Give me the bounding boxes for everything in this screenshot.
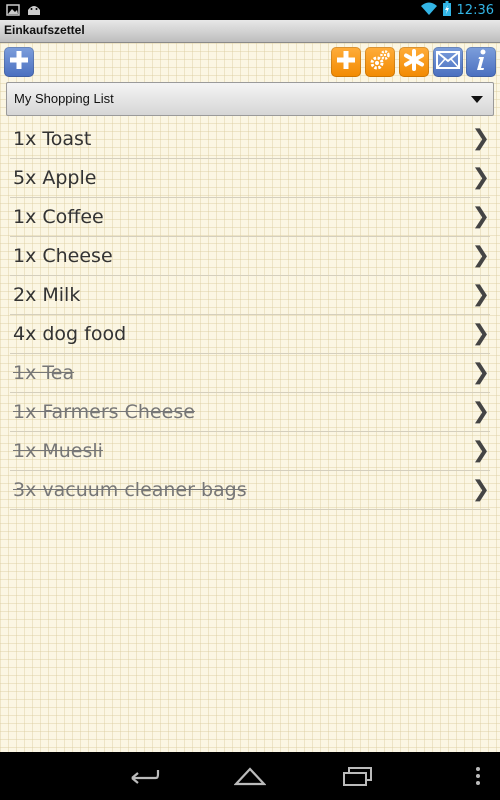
- envelope-icon: [436, 51, 460, 73]
- chevron-right-icon[interactable]: ❯: [472, 165, 490, 190]
- info-icon: [471, 48, 491, 76]
- list-item[interactable]: 1x Coffee ❯: [10, 198, 490, 237]
- list-item-done[interactable]: 1x Farmers Cheese ❯: [10, 393, 490, 432]
- wifi-icon: [420, 1, 437, 20]
- more-vert-icon: [476, 767, 480, 785]
- star-button[interactable]: [399, 47, 429, 77]
- selected-list-label: My Shopping List: [14, 91, 114, 106]
- item-label: 3x vacuum cleaner bags: [13, 479, 247, 501]
- item-label: 1x Muesli: [13, 440, 103, 462]
- chevron-right-icon[interactable]: ❯: [472, 204, 490, 229]
- item-label: 4x dog food: [13, 323, 127, 345]
- item-label: 1x Toast: [13, 128, 92, 150]
- home-button[interactable]: [233, 764, 267, 792]
- chevron-right-icon[interactable]: ❯: [472, 399, 490, 424]
- item-label: 2x Milk: [13, 284, 81, 306]
- list-item-done[interactable]: 1x Muesli ❯: [10, 432, 490, 471]
- add-list-button[interactable]: [4, 47, 34, 77]
- list-item-done[interactable]: 1x Tea ❯: [10, 354, 490, 393]
- navigation-bar: [0, 752, 500, 800]
- main-content: My Shopping List 1x Toast ❯ 5x Apple ❯ 1…: [0, 43, 500, 752]
- list-item[interactable]: 1x Toast ❯: [10, 120, 490, 159]
- item-label: 1x Tea: [13, 362, 75, 384]
- plus-icon: [8, 49, 30, 75]
- home-icon: [233, 767, 267, 786]
- chevron-right-icon[interactable]: ❯: [472, 438, 490, 463]
- back-button[interactable]: [128, 764, 160, 792]
- add-item-button[interactable]: [331, 47, 361, 77]
- gears-icon: [368, 48, 392, 76]
- status-bar: 12:36: [0, 0, 500, 20]
- plus-icon: [335, 49, 357, 75]
- list-item[interactable]: 5x Apple ❯: [10, 159, 490, 198]
- android-icon: [26, 2, 42, 21]
- info-button[interactable]: [466, 47, 496, 77]
- chevron-right-icon[interactable]: ❯: [472, 126, 490, 151]
- dropdown-arrow-icon: [471, 96, 483, 103]
- asterisk-icon: [403, 49, 425, 75]
- chevron-right-icon[interactable]: ❯: [472, 477, 490, 502]
- email-button[interactable]: [433, 47, 463, 77]
- back-icon: [131, 770, 160, 784]
- app-title: Einkaufszettel: [4, 23, 85, 37]
- battery-icon: [442, 1, 451, 20]
- settings-button[interactable]: [365, 47, 395, 77]
- list-selector-dropdown[interactable]: My Shopping List: [6, 82, 494, 116]
- recent-apps-icon: [343, 767, 372, 786]
- list-item[interactable]: 1x Cheese ❯: [10, 237, 490, 276]
- image-icon: [6, 2, 20, 21]
- chevron-right-icon[interactable]: ❯: [472, 321, 490, 346]
- list-item-done[interactable]: 3x vacuum cleaner bags ❯: [10, 471, 490, 510]
- chevron-right-icon[interactable]: ❯: [472, 282, 490, 307]
- recent-apps-button[interactable]: [342, 764, 374, 792]
- shopping-list: 1x Toast ❯ 5x Apple ❯ 1x Coffee ❯ 1x Che…: [0, 120, 500, 510]
- chevron-right-icon[interactable]: ❯: [472, 243, 490, 268]
- clock: 12:36: [456, 3, 494, 18]
- overflow-menu-button[interactable]: [474, 764, 482, 792]
- item-label: 1x Coffee: [13, 206, 104, 228]
- item-label: 1x Cheese: [13, 245, 113, 267]
- title-bar: Einkaufszettel: [0, 20, 500, 43]
- item-label: 1x Farmers Cheese: [13, 401, 195, 423]
- chevron-right-icon[interactable]: ❯: [472, 360, 490, 385]
- list-item[interactable]: 2x Milk ❯: [10, 276, 490, 315]
- list-item[interactable]: 4x dog food ❯: [10, 315, 490, 354]
- item-label: 5x Apple: [13, 167, 97, 189]
